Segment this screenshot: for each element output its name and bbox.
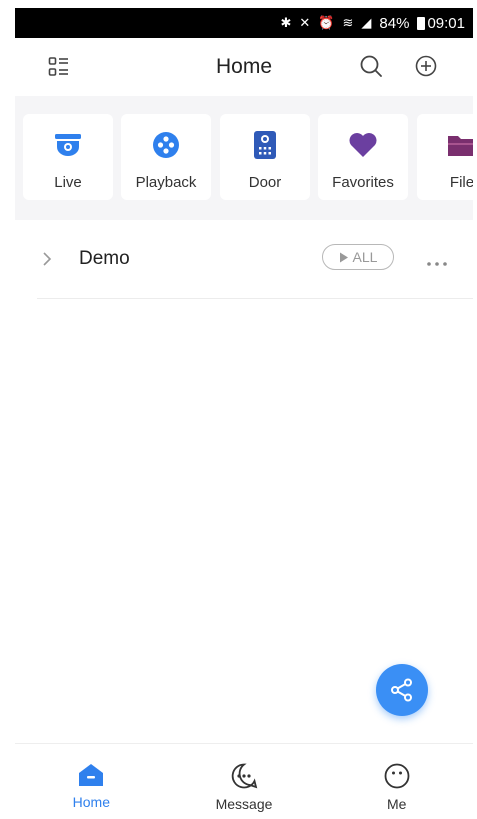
page-title: Home [215, 55, 273, 78]
tab-me[interactable]: Me [320, 744, 473, 819]
phone-screen: ✱ ✕ ⏰ ≋ ◢ 84% 09:01 Home Live Playback D… [15, 8, 473, 819]
device-group-row[interactable]: Demo ALL [37, 220, 473, 299]
play-icon [339, 252, 348, 262]
folder-icon [446, 130, 473, 160]
add-device-icon[interactable] [414, 54, 438, 83]
shortcut-file[interactable]: File [417, 114, 473, 200]
chevron-right-icon[interactable] [42, 251, 52, 272]
shortcut-label: File [449, 174, 473, 191]
shortcut-door[interactable]: Door [220, 114, 310, 200]
door-intercom-icon [253, 130, 277, 160]
more-options-icon[interactable] [426, 254, 448, 272]
top-bar: Home [15, 38, 473, 96]
dome-camera-icon [53, 130, 83, 160]
tab-label: Message [215, 796, 273, 812]
share-icon [391, 678, 412, 702]
shortcut-live[interactable]: Live [23, 114, 113, 200]
shortcut-label: Favorites [332, 174, 394, 191]
tab-message[interactable]: Message [168, 744, 321, 819]
play-all-button[interactable]: ALL [322, 244, 394, 270]
shortcut-playback[interactable]: Playback [121, 114, 211, 200]
heart-icon [348, 130, 378, 160]
status-bar: ✱ ✕ ⏰ ≋ ◢ 84% 09:01 [15, 8, 473, 38]
clock: 09:01 [427, 14, 465, 32]
tab-label: Me [386, 796, 407, 812]
signal-icon: ◢ [361, 15, 372, 30]
tab-label: Home [72, 794, 111, 810]
search-icon[interactable] [359, 54, 383, 83]
alarm-icon: ⏰ [318, 15, 335, 30]
mute-icon: ✕ [299, 15, 311, 30]
playback-reel-icon [151, 130, 181, 160]
device-group-name: Demo [79, 248, 130, 269]
profile-face-icon [384, 763, 410, 789]
battery-percent: 84% [379, 14, 410, 32]
home-icon [79, 764, 104, 786]
bluetooth-icon: ✱ [280, 15, 292, 30]
battery-icon [417, 17, 426, 31]
shortcut-label: Playback [135, 174, 197, 191]
shortcut-label: Live [54, 174, 82, 191]
share-fab-button[interactable] [376, 664, 428, 716]
wifi-icon: ≋ [342, 15, 354, 30]
message-icon [231, 763, 258, 789]
tab-home[interactable]: Home [15, 744, 168, 819]
shortcut-strip: Live Playback Door Favorites File [15, 96, 473, 220]
bottom-tab-bar: Home Message Me [15, 743, 473, 819]
play-all-label: ALL [352, 249, 378, 265]
shortcut-favorites[interactable]: Favorites [318, 114, 408, 200]
shortcut-label: Door [248, 174, 282, 191]
